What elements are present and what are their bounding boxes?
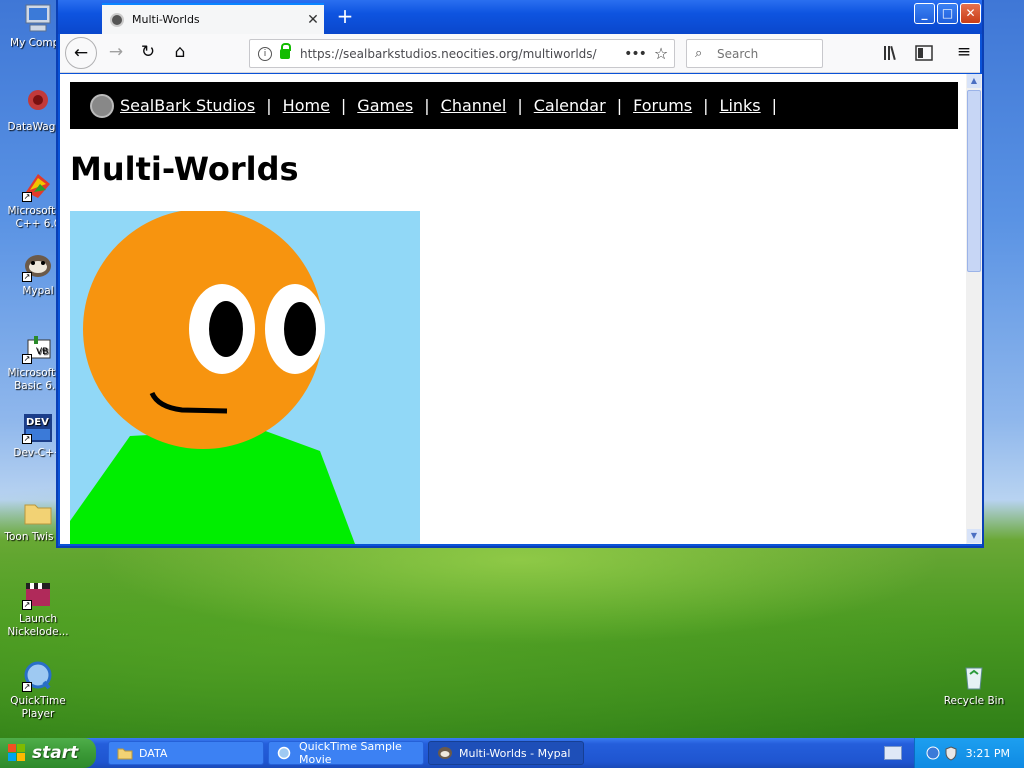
- nav-separator: |: [616, 96, 623, 115]
- reload-button[interactable]: ↻: [134, 39, 162, 67]
- desktop-icon-quicktime[interactable]: ↗ QuickTime Player: [0, 660, 76, 721]
- site-navigation: SealBark Studios | Home | Games | Channe…: [70, 82, 958, 129]
- taskbar: start DATA QuickTime Sample Movie Multi-…: [0, 738, 1024, 768]
- keyboard-language-icon[interactable]: [884, 746, 902, 760]
- bookmark-star-icon[interactable]: ☆: [648, 44, 674, 63]
- minimize-button[interactable]: _: [914, 3, 935, 24]
- system-tray: 3:21 PM: [914, 738, 1024, 768]
- tab-title: Multi-Worlds: [132, 13, 200, 26]
- tab-multi-worlds[interactable]: Multi-Worlds ✕: [102, 3, 324, 34]
- lock-icon: [280, 42, 291, 59]
- clock[interactable]: 3:21 PM: [966, 747, 1010, 760]
- taskbar-item-quicktime[interactable]: QuickTime Sample Movie: [268, 740, 424, 766]
- maximize-button[interactable]: □: [937, 3, 958, 24]
- quicktime-icon: ↗: [22, 660, 54, 692]
- title-bar[interactable]: Multi-Worlds ✕ + _ □ ✕: [58, 0, 982, 34]
- new-tab-button[interactable]: +: [332, 4, 358, 30]
- nav-link-calendar[interactable]: Calendar: [534, 96, 606, 115]
- nav-link-site-name[interactable]: SealBark Studios: [120, 96, 255, 115]
- character-illustration: [70, 211, 420, 544]
- nav-link-forums[interactable]: Forums: [633, 96, 692, 115]
- folder-icon: [22, 496, 54, 528]
- library-icon[interactable]: [878, 39, 906, 67]
- browser-window: Multi-Worlds ✕ + _ □ ✕ ← → ↻ ⌂ i https:/…: [56, 0, 984, 548]
- search-placeholder: Search: [717, 46, 759, 61]
- tab-close-icon[interactable]: ✕: [302, 12, 324, 28]
- taskbar-item-data[interactable]: DATA: [108, 741, 264, 765]
- recycle-bin-icon: [958, 660, 990, 692]
- vertical-scrollbar[interactable]: ▲ ▼: [966, 74, 982, 544]
- back-button[interactable]: ←: [65, 37, 97, 69]
- nav-link-links[interactable]: Links: [720, 96, 761, 115]
- network-icon[interactable]: [925, 745, 941, 761]
- desktop-icon-launch-nickelodeon[interactable]: ↗ Launch Nickelode...: [0, 578, 76, 639]
- menu-hamburger-icon[interactable]: ≡: [950, 39, 978, 67]
- search-input[interactable]: ⌕ Search: [686, 39, 823, 68]
- svg-text:DEV: DEV: [26, 417, 49, 428]
- page-actions-icon[interactable]: •••: [622, 46, 648, 62]
- start-button[interactable]: start: [0, 738, 96, 768]
- desktop-icon-recycle-bin[interactable]: Recycle Bin: [936, 660, 1012, 708]
- page-content: SealBark Studios | Home | Games | Channe…: [60, 74, 966, 544]
- svg-text:VB: VB: [36, 347, 48, 357]
- nav-link-home[interactable]: Home: [283, 96, 330, 115]
- nav-separator: |: [703, 96, 709, 115]
- windows-flag-icon: [8, 744, 26, 762]
- my-computer-icon: [22, 2, 54, 34]
- page-title: Multi-Worlds: [70, 150, 299, 188]
- nav-separator: |: [266, 96, 272, 115]
- url-text[interactable]: https://sealbarkstudios.neocities.org/mu…: [300, 47, 622, 61]
- sidebar-icon[interactable]: [910, 39, 938, 67]
- visual-cpp-icon: ↗: [22, 170, 54, 202]
- clapperboard-icon: ↗: [22, 578, 54, 610]
- visual-basic-icon: VB ↗: [22, 332, 54, 364]
- desktop-icon-label: QuickTime Player: [10, 695, 66, 720]
- mypal-browser-icon: ↗: [22, 250, 54, 282]
- nav-link-games[interactable]: Games: [357, 96, 413, 115]
- close-button[interactable]: ✕: [960, 3, 981, 24]
- taskbar-item-label: Multi-Worlds - Mypal: [459, 746, 571, 760]
- scroll-down-icon[interactable]: ▼: [967, 529, 981, 543]
- search-icon: ⌕: [695, 46, 703, 61]
- security-shield-icon[interactable]: [943, 745, 959, 761]
- mypal-browser-icon: [437, 746, 453, 760]
- home-button[interactable]: ⌂: [166, 39, 194, 67]
- url-bar[interactable]: i https://sealbarkstudios.neocities.org/…: [249, 39, 675, 68]
- dev-cpp-icon: DEV ↗: [22, 412, 54, 444]
- nav-separator: |: [424, 96, 430, 115]
- forward-button[interactable]: →: [102, 39, 130, 67]
- nav-separator: |: [771, 96, 778, 115]
- nav-separator: |: [517, 96, 523, 115]
- taskbar-item-label: QuickTime Sample Movie: [299, 740, 402, 766]
- start-label: start: [32, 743, 79, 763]
- nav-link-channel[interactable]: Channel: [441, 96, 507, 115]
- taskbar-item-mypal[interactable]: Multi-Worlds - Mypal: [428, 741, 584, 765]
- scrollbar-thumb[interactable]: [967, 90, 981, 272]
- desktop-icon-label: Recycle Bin: [943, 695, 1005, 707]
- taskbar-item-label: DATA: [139, 746, 168, 760]
- navigation-toolbar: ← → ↻ ⌂ i https://sealbarkstudios.neocit…: [60, 34, 980, 73]
- quicktime-icon: [277, 746, 293, 760]
- nav-separator: |: [340, 96, 347, 115]
- seal-logo-icon: [90, 93, 114, 118]
- folder-icon: [117, 746, 133, 760]
- desktop-icon-label: Launch Nickelode...: [7, 613, 69, 638]
- scroll-up-icon[interactable]: ▲: [967, 74, 981, 88]
- site-favicon-icon: [110, 12, 124, 27]
- site-info-icon[interactable]: i: [258, 46, 272, 61]
- datawagon-icon: [22, 86, 54, 118]
